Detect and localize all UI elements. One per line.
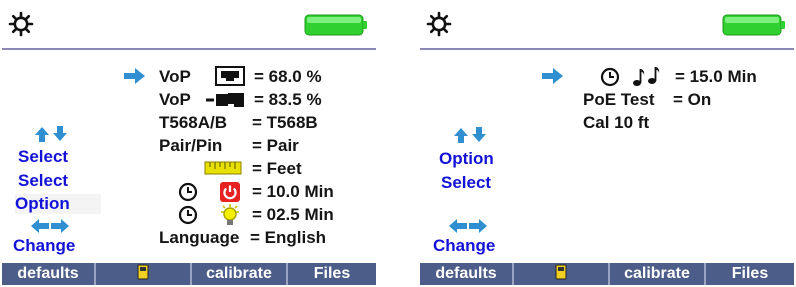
power-icon bbox=[220, 182, 240, 202]
wiring-standard-value[interactable]: = T568B bbox=[252, 112, 318, 134]
language-value[interactable]: = English bbox=[250, 227, 326, 249]
files-button[interactable]: Files bbox=[706, 263, 794, 285]
status-bar bbox=[2, 2, 376, 48]
remote-device-button[interactable] bbox=[514, 263, 610, 285]
settings-screen-secondary: Option Select Change = 15.0 Min PoE Test… bbox=[420, 2, 794, 285]
select-label-1[interactable]: Select bbox=[18, 147, 98, 167]
rj45-jack-icon bbox=[215, 66, 245, 86]
up-down-arrows-icon bbox=[454, 127, 486, 143]
clock-icon bbox=[178, 205, 198, 225]
units-value[interactable]: = Feet bbox=[252, 158, 302, 180]
vop-label-2: VoP bbox=[159, 90, 191, 109]
change-label[interactable]: Change bbox=[433, 236, 495, 256]
calibrate-button[interactable]: calibrate bbox=[610, 263, 706, 285]
rj45-plug-icon bbox=[206, 93, 244, 107]
up-down-arrows-icon bbox=[35, 126, 67, 142]
poe-test-label: PoE Test bbox=[583, 90, 655, 109]
calibrate-button[interactable]: calibrate bbox=[192, 263, 288, 285]
defaults-button[interactable]: defaults bbox=[420, 263, 514, 285]
music-notes-icon bbox=[633, 67, 660, 86]
gear-icon[interactable] bbox=[8, 11, 34, 37]
files-button[interactable]: Files bbox=[288, 263, 376, 285]
backlight-bulb-icon bbox=[221, 204, 239, 225]
remote-device-icon bbox=[555, 264, 567, 280]
tone-timeout-value[interactable]: = 15.0 Min bbox=[675, 66, 757, 88]
settings-screen-main: Select Select Option Change VoP = 68.0 %… bbox=[2, 2, 376, 285]
left-right-arrows-icon bbox=[449, 219, 487, 233]
defaults-button[interactable]: defaults bbox=[2, 263, 96, 285]
right-arrow-icon bbox=[124, 68, 145, 84]
header-divider bbox=[420, 48, 794, 50]
select-label-2[interactable]: Select bbox=[18, 171, 68, 191]
change-label[interactable]: Change bbox=[13, 236, 75, 256]
clock-icon bbox=[178, 182, 198, 202]
poe-test-value[interactable]: = On bbox=[673, 89, 711, 111]
calibration-length-label[interactable]: Cal 10 ft bbox=[583, 112, 649, 134]
vop-label-1: VoP bbox=[159, 67, 191, 86]
pair-pin-value[interactable]: = Pair bbox=[252, 135, 299, 157]
ruler-icon bbox=[204, 161, 242, 175]
select-label[interactable]: Select bbox=[441, 173, 491, 193]
pair-pin-label: Pair/Pin bbox=[159, 136, 223, 155]
vop-value-2[interactable]: = 83.5 % bbox=[254, 89, 322, 111]
remote-device-icon bbox=[137, 264, 149, 280]
right-arrow-icon bbox=[542, 68, 563, 84]
status-bar bbox=[420, 2, 794, 48]
gear-icon[interactable] bbox=[426, 11, 452, 37]
backlight-timeout-value[interactable]: = 02.5 Min bbox=[252, 204, 334, 226]
power-timeout-value[interactable]: = 10.0 Min bbox=[252, 181, 334, 203]
language-label: Language bbox=[159, 228, 240, 247]
option-label[interactable]: Option bbox=[15, 194, 101, 214]
soft-key-bar: defaults calibrate Files bbox=[420, 263, 794, 285]
option-label[interactable]: Option bbox=[439, 149, 494, 169]
clock-icon bbox=[600, 67, 620, 87]
battery-icon bbox=[304, 14, 367, 36]
left-right-arrows-icon bbox=[31, 219, 69, 233]
soft-key-bar: defaults calibrate Files bbox=[2, 263, 376, 285]
battery-icon bbox=[722, 14, 785, 36]
vop-value-1[interactable]: = 68.0 % bbox=[254, 66, 322, 88]
header-divider bbox=[2, 48, 376, 50]
wiring-standard-label: T568A/B bbox=[159, 113, 228, 132]
remote-device-button[interactable] bbox=[96, 263, 192, 285]
